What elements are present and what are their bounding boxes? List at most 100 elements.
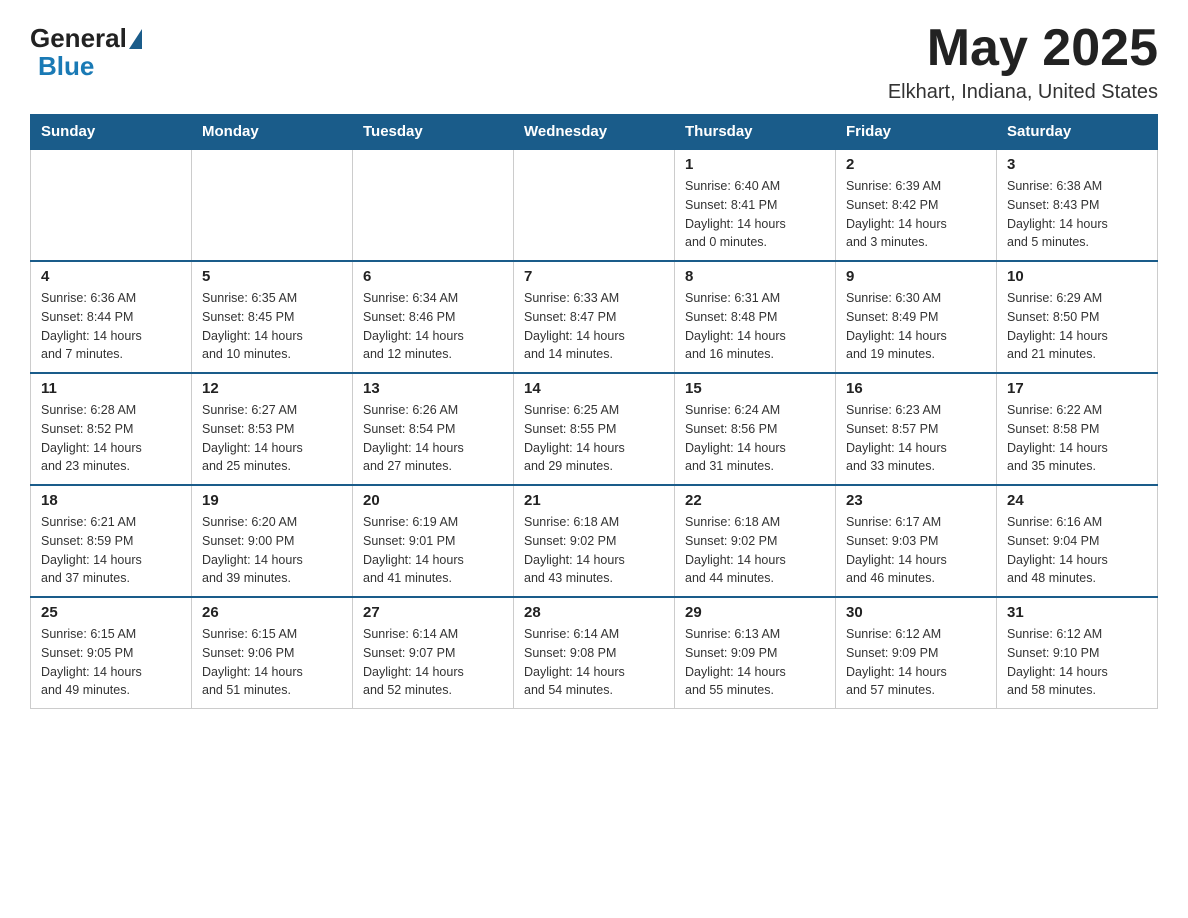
calendar-week-row: 4 Sunrise: 6:36 AMSunset: 8:44 PMDaylight… [31,261,1158,373]
calendar-cell: 3 Sunrise: 6:38 AMSunset: 8:43 PMDaylight… [997,149,1158,261]
calendar-cell: 28 Sunrise: 6:14 AMSunset: 9:08 PMDayligh… [514,597,675,709]
calendar-cell [192,149,353,261]
day-number: 12 [202,380,342,397]
calendar-cell: 19 Sunrise: 6:20 AMSunset: 9:00 PMDayligh… [192,485,353,597]
day-number: 6 [363,268,503,285]
day-number: 15 [685,380,825,397]
day-number: 13 [363,380,503,397]
col-header-monday: Monday [192,115,353,150]
calendar-cell: 2 Sunrise: 6:39 AMSunset: 8:42 PMDaylight… [836,149,997,261]
calendar-cell: 27 Sunrise: 6:14 AMSunset: 9:07 PMDayligh… [353,597,514,709]
calendar-cell: 17 Sunrise: 6:22 AMSunset: 8:58 PMDayligh… [997,373,1158,485]
calendar-cell: 12 Sunrise: 6:27 AMSunset: 8:53 PMDayligh… [192,373,353,485]
day-number: 19 [202,492,342,509]
day-info: Sunrise: 6:18 AMSunset: 9:02 PMDaylight:… [685,513,825,588]
day-number: 21 [524,492,664,509]
calendar-week-row: 18Sunrise: 6:21 AMSunset: 8:59 PMDayligh… [31,485,1158,597]
day-info: Sunrise: 6:36 AMSunset: 8:44 PMDaylight:… [41,289,181,364]
day-number: 8 [685,268,825,285]
calendar-cell: 21 Sunrise: 6:18 AMSunset: 9:02 PMDayligh… [514,485,675,597]
calendar-cell: 10 Sunrise: 6:29 AMSunset: 8:50 PMDayligh… [997,261,1158,373]
calendar-cell: 23 Sunrise: 6:17 AMSunset: 9:03 PMDayligh… [836,485,997,597]
calendar-cell: 22 Sunrise: 6:18 AMSunset: 9:02 PMDayligh… [675,485,836,597]
day-number: 3 [1007,156,1147,173]
calendar-cell: 6 Sunrise: 6:34 AMSunset: 8:46 PMDaylight… [353,261,514,373]
day-number: 10 [1007,268,1147,285]
day-number: 18 [41,492,181,509]
logo-general: General [30,25,127,51]
day-info: Sunrise: 6:17 AMSunset: 9:03 PMDaylight:… [846,513,986,588]
day-info: Sunrise: 6:12 AMSunset: 9:09 PMDaylight:… [846,625,986,700]
calendar-cell: 4 Sunrise: 6:36 AMSunset: 8:44 PMDaylight… [31,261,192,373]
day-info: Sunrise: 6:23 AMSunset: 8:57 PMDaylight:… [846,401,986,476]
day-info: Sunrise: 6:40 AMSunset: 8:41 PMDaylight:… [685,177,825,252]
day-number: 20 [363,492,503,509]
col-header-sunday: Sunday [31,115,192,150]
day-info: Sunrise: 6:34 AMSunset: 8:46 PMDaylight:… [363,289,503,364]
day-info: Sunrise: 6:38 AMSunset: 8:43 PMDaylight:… [1007,177,1147,252]
day-info: Sunrise: 6:35 AMSunset: 8:45 PMDaylight:… [202,289,342,364]
day-info: Sunrise: 6:18 AMSunset: 9:02 PMDaylight:… [524,513,664,588]
calendar-cell: 20Sunrise: 6:19 AMSunset: 9:01 PMDayligh… [353,485,514,597]
day-info: Sunrise: 6:33 AMSunset: 8:47 PMDaylight:… [524,289,664,364]
day-number: 1 [685,156,825,173]
calendar-week-row: 11 Sunrise: 6:28 AMSunset: 8:52 PMDayligh… [31,373,1158,485]
day-info: Sunrise: 6:14 AMSunset: 9:07 PMDaylight:… [363,625,503,700]
day-number: 17 [1007,380,1147,397]
logo-text: General [30,25,142,51]
calendar-cell: 18Sunrise: 6:21 AMSunset: 8:59 PMDayligh… [31,485,192,597]
day-info: Sunrise: 6:24 AMSunset: 8:56 PMDaylight:… [685,401,825,476]
col-header-friday: Friday [836,115,997,150]
day-info: Sunrise: 6:22 AMSunset: 8:58 PMDaylight:… [1007,401,1147,476]
day-number: 26 [202,604,342,621]
calendar-cell: 15 Sunrise: 6:24 AMSunset: 8:56 PMDayligh… [675,373,836,485]
calendar-cell: 9 Sunrise: 6:30 AMSunset: 8:49 PMDaylight… [836,261,997,373]
day-info: Sunrise: 6:29 AMSunset: 8:50 PMDaylight:… [1007,289,1147,364]
calendar-cell [514,149,675,261]
day-number: 14 [524,380,664,397]
col-header-saturday: Saturday [997,115,1158,150]
calendar-cell: 16 Sunrise: 6:23 AMSunset: 8:57 PMDayligh… [836,373,997,485]
calendar-cell: 25 Sunrise: 6:15 AMSunset: 9:05 PMDayligh… [31,597,192,709]
day-number: 4 [41,268,181,285]
day-number: 29 [685,604,825,621]
day-number: 5 [202,268,342,285]
day-info: Sunrise: 6:15 AMSunset: 9:05 PMDaylight:… [41,625,181,700]
day-number: 23 [846,492,986,509]
day-number: 9 [846,268,986,285]
day-number: 16 [846,380,986,397]
day-number: 7 [524,268,664,285]
calendar-cell: 5 Sunrise: 6:35 AMSunset: 8:45 PMDaylight… [192,261,353,373]
calendar-cell: 11 Sunrise: 6:28 AMSunset: 8:52 PMDayligh… [31,373,192,485]
calendar-cell: 8Sunrise: 6:31 AMSunset: 8:48 PMDaylight… [675,261,836,373]
calendar-cell: 29Sunrise: 6:13 AMSunset: 9:09 PMDayligh… [675,597,836,709]
calendar-cell: 13Sunrise: 6:26 AMSunset: 8:54 PMDayligh… [353,373,514,485]
day-number: 11 [41,380,181,397]
day-number: 27 [363,604,503,621]
day-number: 30 [846,604,986,621]
calendar-cell: 26 Sunrise: 6:15 AMSunset: 9:06 PMDayligh… [192,597,353,709]
day-info: Sunrise: 6:30 AMSunset: 8:49 PMDaylight:… [846,289,986,364]
day-info: Sunrise: 6:25 AMSunset: 8:55 PMDaylight:… [524,401,664,476]
day-number: 24 [1007,492,1147,509]
day-number: 28 [524,604,664,621]
logo-triangle-icon [129,29,142,49]
day-number: 2 [846,156,986,173]
day-info: Sunrise: 6:27 AMSunset: 8:53 PMDaylight:… [202,401,342,476]
calendar-week-row: 1 Sunrise: 6:40 AMSunset: 8:41 PMDaylight… [31,149,1158,261]
day-info: Sunrise: 6:20 AMSunset: 9:00 PMDaylight:… [202,513,342,588]
day-info: Sunrise: 6:15 AMSunset: 9:06 PMDaylight:… [202,625,342,700]
day-info: Sunrise: 6:14 AMSunset: 9:08 PMDaylight:… [524,625,664,700]
calendar-header-row: SundayMondayTuesdayWednesdayThursdayFrid… [31,115,1158,150]
calendar-cell [31,149,192,261]
col-header-wednesday: Wednesday [514,115,675,150]
day-number: 22 [685,492,825,509]
page-header: General Blue May 2025 Elkhart, Indiana, … [30,20,1158,104]
calendar-cell: 14 Sunrise: 6:25 AMSunset: 8:55 PMDayligh… [514,373,675,485]
title-block: May 2025 Elkhart, Indiana, United States [888,20,1158,104]
day-info: Sunrise: 6:39 AMSunset: 8:42 PMDaylight:… [846,177,986,252]
col-header-thursday: Thursday [675,115,836,150]
day-info: Sunrise: 6:28 AMSunset: 8:52 PMDaylight:… [41,401,181,476]
day-number: 25 [41,604,181,621]
calendar-week-row: 25 Sunrise: 6:15 AMSunset: 9:05 PMDayligh… [31,597,1158,709]
